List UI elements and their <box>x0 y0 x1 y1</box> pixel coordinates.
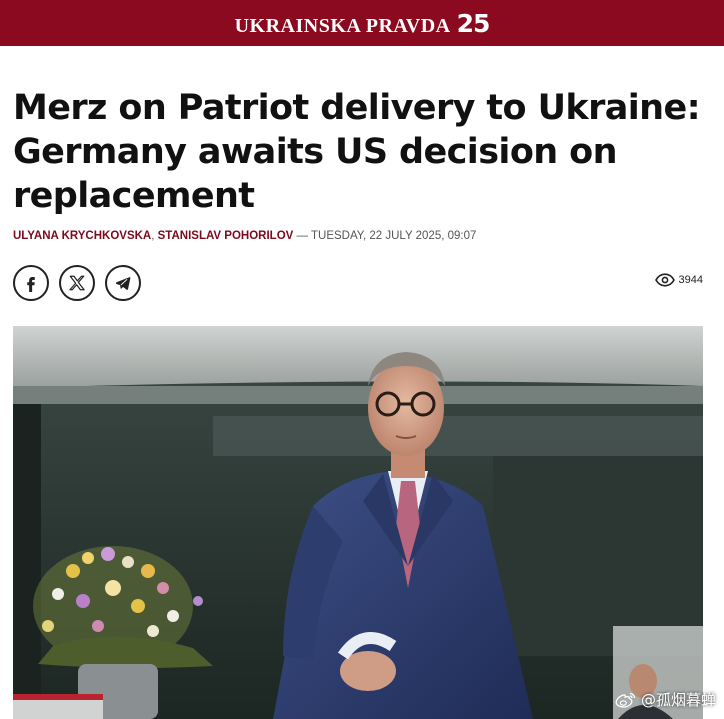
facebook-icon <box>27 277 35 292</box>
x-icon <box>69 275 85 291</box>
eye-icon <box>654 273 675 287</box>
masthead: UKRAINSKA PRAVDA 25 <box>0 0 724 46</box>
article-hero-image <box>13 326 703 719</box>
author-link-1[interactable]: ULYANA KRYCHKOVSKA <box>13 230 151 242</box>
watermark: @孤烟暮蝉 <box>615 689 716 710</box>
anniversary-badge: 25 <box>456 8 491 38</box>
site-logo-link[interactable]: UKRAINSKA PRAVDA 25 <box>234 8 491 38</box>
share-facebook-button[interactable] <box>13 265 49 301</box>
share-telegram-button[interactable] <box>105 265 141 301</box>
share-bar <box>13 265 141 301</box>
view-count: 3944 <box>678 274 703 286</box>
publish-date: TUESDAY, 22 JULY 2025, 09:07 <box>311 230 477 242</box>
watermark-handle: @孤烟暮蝉 <box>640 691 716 709</box>
byline-dash: — <box>296 230 309 242</box>
article-title: Merz on Patriot delivery to Ukraine: Ger… <box>13 88 701 216</box>
site-name: UKRAINSKA PRAVDA <box>234 14 451 37</box>
author-link-2[interactable]: STANISLAV POHORILOV <box>158 230 294 242</box>
view-counter: 3944 <box>654 273 703 287</box>
share-x-button[interactable] <box>59 265 95 301</box>
byline: ULYANA KRYCHKOVSKA, STANISLAV POHORILOV … <box>13 230 713 242</box>
weibo-icon <box>615 692 636 708</box>
telegram-icon <box>115 277 131 290</box>
